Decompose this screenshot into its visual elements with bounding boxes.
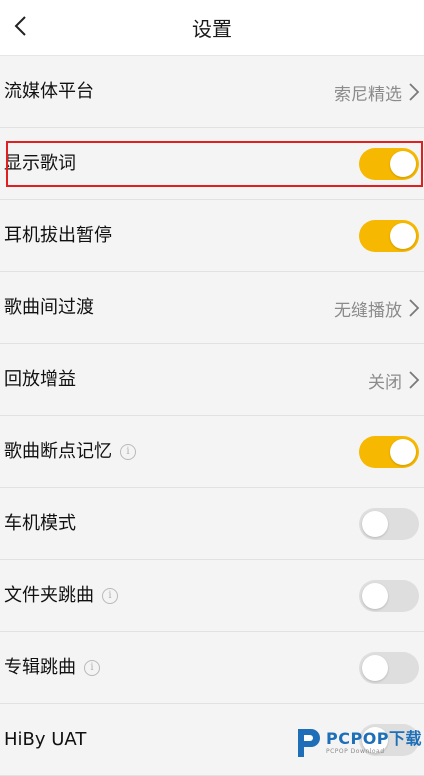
settings-list: 流媒体平台 索尼精选 显示歌词 耳机拔出暂停 歌曲间过渡 无缝播放 回放增益 关… (0, 56, 424, 776)
setting-value[interactable]: 索尼精选 (334, 56, 420, 128)
setting-value-text: 关闭 (368, 372, 402, 393)
setting-row-car-mode[interactable]: 车机模式 (0, 488, 424, 560)
info-icon[interactable]: i (120, 444, 136, 460)
chevron-right-icon (409, 299, 420, 317)
pcpop-logo-icon (298, 729, 320, 757)
setting-value-text: 无缝播放 (334, 300, 402, 321)
setting-value-text: 索尼精选 (334, 84, 402, 105)
setting-label: 文件夹跳曲 i (4, 560, 118, 632)
car-mode-toggle[interactable] (359, 508, 419, 540)
watermark: PCPOP下载 PCPOP Download (292, 722, 424, 764)
toggle-knob (390, 223, 416, 249)
resume-playback-toggle[interactable] (359, 436, 419, 468)
toggle-knob (390, 151, 416, 177)
setting-label: 耳机拔出暂停 (4, 225, 112, 246)
info-icon[interactable]: i (102, 588, 118, 604)
setting-row-folder-skip[interactable]: 文件夹跳曲 i (0, 560, 424, 632)
setting-label: 歌曲间过渡 (4, 297, 94, 318)
album-skip-toggle[interactable] (359, 652, 419, 684)
toggle-knob (362, 583, 388, 609)
watermark-title: PCPOP下载 (326, 729, 423, 748)
setting-row-show-lyrics[interactable]: 显示歌词 (0, 128, 424, 200)
setting-row-resume-playback[interactable]: 歌曲断点记忆 i (0, 416, 424, 488)
setting-row-streaming-platform[interactable]: 流媒体平台 索尼精选 (0, 56, 424, 128)
setting-value[interactable]: 无缝播放 (334, 272, 420, 344)
setting-row-track-transition[interactable]: 歌曲间过渡 无缝播放 (0, 272, 424, 344)
setting-label: 车机模式 (4, 513, 76, 534)
page-title: 设置 (192, 17, 232, 41)
top-bar: 设置 (0, 0, 424, 56)
watermark-subtitle: PCPOP Download (326, 748, 385, 755)
setting-label: 专辑跳曲 i (4, 632, 100, 704)
show-lyrics-toggle[interactable] (359, 148, 419, 180)
setting-label: 流媒体平台 (4, 81, 94, 102)
setting-label: 歌曲断点记忆 i (4, 416, 136, 488)
toggle-knob (362, 511, 388, 537)
setting-label: HiBy UAT (4, 729, 87, 750)
toggle-knob (362, 655, 388, 681)
chevron-right-icon (409, 371, 420, 389)
toggle-knob (390, 439, 416, 465)
headphone-unplug-pause-toggle[interactable] (359, 220, 419, 252)
info-icon[interactable]: i (84, 660, 100, 676)
setting-row-replay-gain[interactable]: 回放增益 关闭 (0, 344, 424, 416)
chevron-right-icon (409, 83, 420, 101)
setting-row-headphone-unplug-pause[interactable]: 耳机拔出暂停 (0, 200, 424, 272)
setting-row-album-skip[interactable]: 专辑跳曲 i (0, 632, 424, 704)
setting-label: 显示歌词 (4, 153, 76, 174)
folder-skip-toggle[interactable] (359, 580, 419, 612)
setting-label: 回放增益 (4, 369, 76, 390)
setting-value[interactable]: 关闭 (368, 344, 420, 416)
